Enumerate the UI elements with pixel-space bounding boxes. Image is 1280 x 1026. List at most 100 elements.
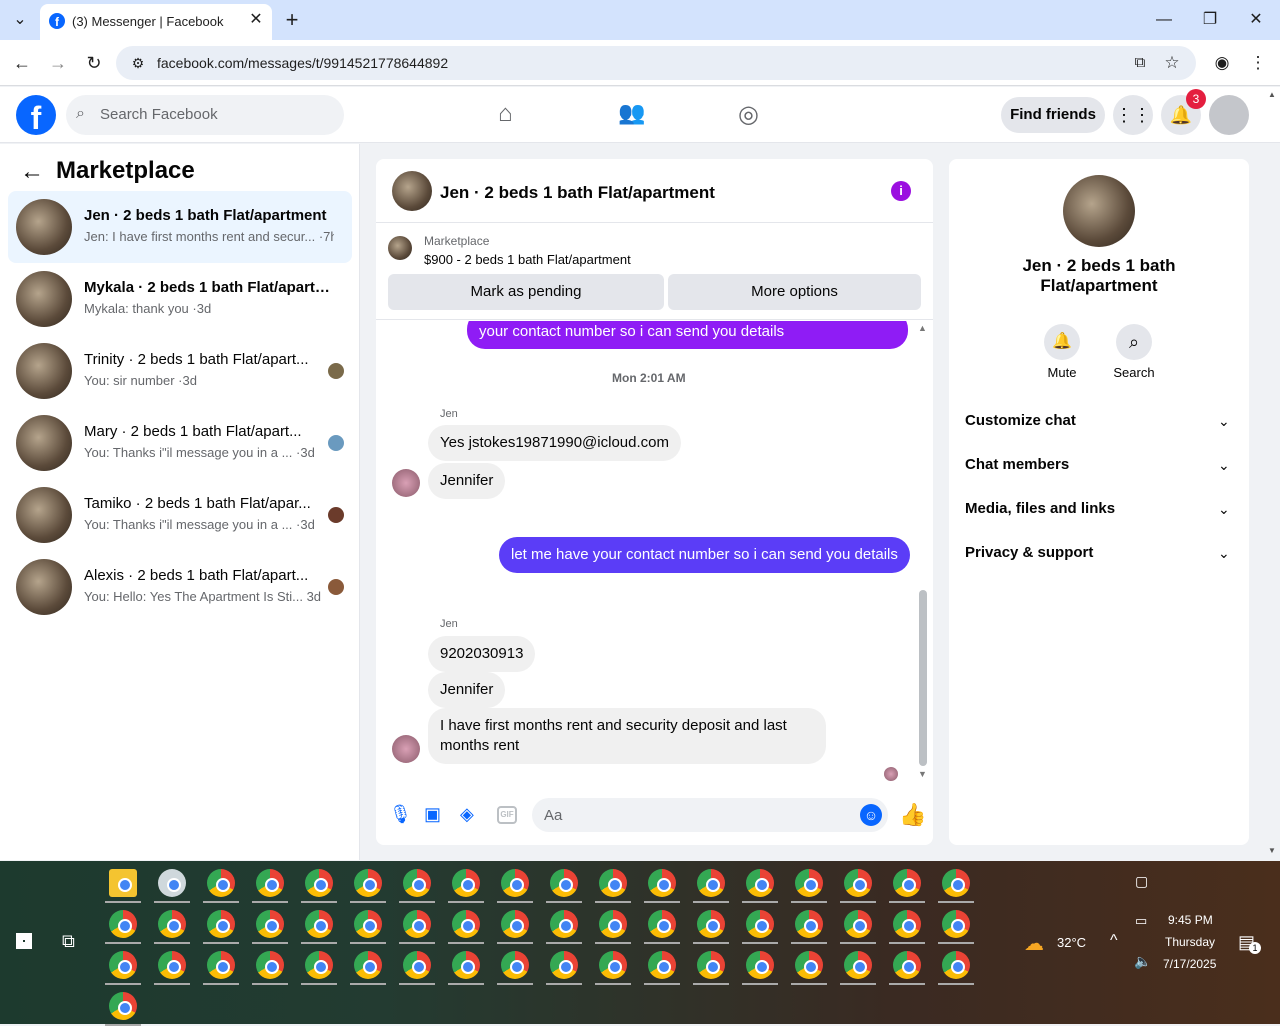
find-friends-button[interactable]: Find friends [1001,97,1105,133]
chrome-profile-icon[interactable] [452,951,480,979]
sticker-icon[interactable]: ◈ [460,804,474,825]
chrome-profile-icon[interactable] [844,910,872,938]
chrome-profile-icon[interactable] [501,951,529,979]
chrome-profile-icon[interactable] [158,951,186,979]
chrome-profile-icon[interactable] [403,869,431,897]
chat-title[interactable]: Jen · 2 beds 1 bath Flat/apartment [440,183,715,203]
chrome-profile-icon[interactable] [256,869,284,897]
mute-bell-icon[interactable]: 🔔 [1044,324,1080,360]
close-tab-icon[interactable]: ✕ [244,10,268,30]
temperature[interactable]: 32°C [1057,935,1086,950]
chrome-profile-icon[interactable] [795,869,823,897]
media-files-links-section[interactable]: Media, files and links [965,500,1115,517]
url-text[interactable]: facebook.com/messages/t/9914521778644892 [157,54,448,72]
menu-grid-icon[interactable]: ⋮⋮ [1113,95,1153,135]
site-info-icon[interactable]: ⚙ [126,53,150,73]
menu-kebab-icon[interactable]: ⋮ [1246,53,1270,73]
chevron-down-icon[interactable]: ⌄ [1218,501,1230,518]
microphone-icon[interactable]: 🎙 [389,804,412,825]
photo-icon[interactable]: ▣ [424,804,441,825]
chrome-profile-icon[interactable] [550,869,578,897]
account-avatar[interactable] [1209,95,1249,135]
chevron-down-icon[interactable]: ⌄ [1218,413,1230,430]
page-scroll-down-icon[interactable]: ▼ [1268,846,1276,855]
conversation-item[interactable]: Mykala · 2 beds 1 bath Flat/apartm... My… [8,263,352,335]
chrome-profile-icon[interactable] [599,951,627,979]
chrome-profile-icon[interactable] [893,910,921,938]
chrome-profile-icon[interactable] [109,951,137,979]
chat-members-section[interactable]: Chat members [965,456,1069,473]
chrome-profile-icon[interactable] [550,951,578,979]
forward-icon[interactable]: → [46,53,70,73]
close-window-icon[interactable]: ✕ [1244,10,1268,30]
emoji-icon[interactable]: ☺ [860,804,882,826]
conversation-item[interactable]: Tamiko · 2 beds 1 bath Flat/apar... You:… [8,479,352,551]
minimize-icon[interactable]: — [1152,10,1176,30]
mute-label[interactable]: Mute [1032,365,1092,380]
sender-avatar[interactable] [392,735,420,763]
gif-icon[interactable]: GIF [497,806,517,824]
chrome-profile-icon[interactable] [550,910,578,938]
chrome-profile-icon[interactable] [501,869,529,897]
chrome-profile-icon[interactable] [354,951,382,979]
chrome-profile-icon[interactable] [109,910,137,938]
scroll-up-icon[interactable]: ▲ [918,323,927,333]
scroll-down-icon[interactable]: ▼ [918,769,927,779]
chrome-profile-icon[interactable] [305,869,333,897]
home-icon[interactable]: ⌂ [498,100,513,128]
sender-avatar[interactable] [392,469,420,497]
chrome-profile-icon[interactable] [501,910,529,938]
chrome-profile-icon[interactable] [256,910,284,938]
mark-as-pending-button[interactable]: Mark as pending [388,274,664,310]
chrome-profile-icon[interactable] [403,951,431,979]
chrome-icon[interactable] [207,869,235,897]
chrome-profile-icon[interactable] [697,910,725,938]
search-chat-icon[interactable]: ⌕ [1116,324,1152,360]
privacy-support-section[interactable]: Privacy & support [965,544,1093,561]
chrome-profile-icon[interactable] [942,951,970,979]
chrome-profile-icon[interactable] [158,910,186,938]
snipping-tool-icon[interactable] [158,869,186,897]
groups-icon[interactable]: ◎ [738,100,759,129]
search-label[interactable]: Search [1104,365,1164,380]
new-tab-icon[interactable]: + [280,9,304,31]
tab-search-icon[interactable]: ⌄ [8,10,32,30]
chevron-down-icon[interactable]: ⌄ [1218,545,1230,562]
install-app-icon[interactable]: ⧉ [1128,53,1152,73]
chrome-profile-icon[interactable] [354,910,382,938]
back-arrow-icon[interactable]: ← [20,158,44,186]
clock-day[interactable]: Thursday [1165,935,1215,949]
chrome-profile-icon[interactable] [893,869,921,897]
reload-icon[interactable]: ↻ [82,53,106,73]
listing-price-title[interactable]: $900 - 2 beds 1 bath Flat/apartment [424,252,631,267]
chrome-profile-icon[interactable] [648,951,676,979]
chrome-profile-icon[interactable] [795,951,823,979]
volume-icon[interactable]: 🔈 [1134,953,1151,970]
chrome-profile-icon[interactable] [942,910,970,938]
chrome-profile-icon[interactable] [648,910,676,938]
conversation-item[interactable]: Trinity · 2 beds 1 bath Flat/apart... Yo… [8,335,352,407]
chrome-profile-icon[interactable] [207,951,235,979]
chat-scrollbar[interactable] [919,590,927,766]
chrome-profile-icon[interactable] [697,869,725,897]
meet-now-icon[interactable]: ▢ [1135,873,1148,890]
customize-chat-section[interactable]: Customize chat [965,412,1076,429]
back-icon[interactable]: ← [10,53,34,73]
restore-icon[interactable]: ❐ [1198,10,1222,30]
chrome-profile-icon[interactable] [109,992,137,1020]
network-icon[interactable]: ▭ [1135,913,1147,929]
chrome-profile-icon[interactable] [746,910,774,938]
conversation-item[interactable]: Mary · 2 beds 1 bath Flat/apart... You: … [8,407,352,479]
chrome-profile-icon[interactable] [942,869,970,897]
conversation-item[interactable]: Alexis · 2 beds 1 bath Flat/apart... You… [8,551,352,623]
chrome-profile-icon[interactable] [746,951,774,979]
friends-icon[interactable]: 👥 [618,100,645,126]
info-icon[interactable]: i [891,181,911,201]
chrome-profile-icon[interactable] [305,910,333,938]
like-thumb-icon[interactable]: 👍 [899,802,926,828]
message-input[interactable] [532,798,888,832]
chrome-profile-icon[interactable] [746,869,774,897]
chevron-down-icon[interactable]: ⌄ [1218,457,1230,474]
chrome-profile-icon[interactable] [599,869,627,897]
chrome-profile-icon[interactable] [795,910,823,938]
